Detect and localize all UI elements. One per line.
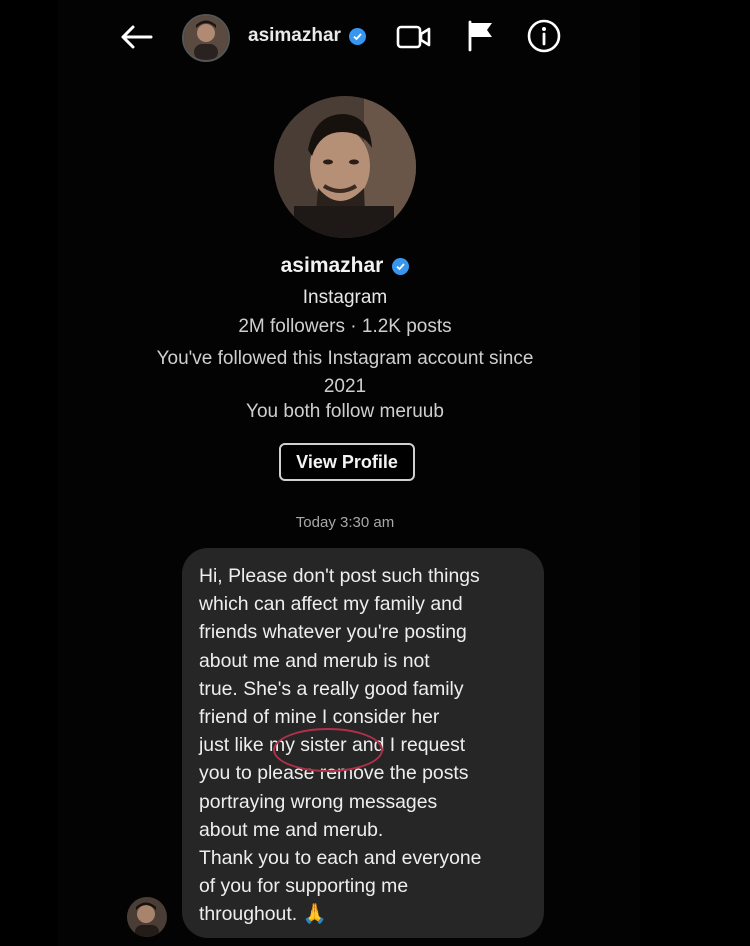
profile-avatar[interactable] [274, 96, 416, 238]
flag-icon [468, 20, 492, 52]
sender-avatar[interactable] [127, 897, 167, 937]
avatar-photo [184, 16, 228, 60]
mutual-follow: You both follow meruub [246, 401, 444, 422]
followed-since-line2: 2021 [323, 376, 367, 397]
report-button[interactable] [466, 20, 496, 52]
profile-photo [274, 96, 416, 238]
message-line: of you for supporting me [199, 875, 409, 898]
followed-since: You've followed this Instagram account s… [100, 345, 590, 401]
message-line: true. She's a really good family [199, 677, 464, 700]
message-line: about me and merub. [199, 818, 384, 841]
arrow-left-icon [121, 25, 153, 49]
followed-since-line1: You've followed this Instagram account s… [156, 348, 534, 369]
video-call-button[interactable] [396, 22, 432, 52]
highlight-circle-annotation [273, 728, 383, 772]
profile-platform: Instagram [302, 287, 388, 308]
header-username[interactable]: asimazhar [248, 25, 366, 47]
header-avatar[interactable] [182, 14, 230, 62]
info-button[interactable] [526, 18, 562, 54]
message-line: throughout. 🙏 [199, 903, 327, 926]
message-timestamp: Today 3:30 am [295, 514, 395, 531]
back-button[interactable] [118, 20, 154, 54]
verified-badge-icon [392, 257, 410, 275]
message-line: friends whatever you're posting [199, 621, 467, 644]
profile-username-text: asimazhar [280, 254, 384, 277]
message-line: friend of mine I consider her [199, 706, 440, 729]
message-line: Hi, Please don't post such things [199, 565, 480, 587]
screenshot-frame: asimazhar asimazhar Instagram 2M followe… [0, 0, 750, 946]
profile-stats: 2M followers · 1.2K posts [238, 316, 452, 337]
header-username-text: asimazhar [248, 25, 341, 46]
profile-username: asimazhar [100, 254, 590, 278]
view-profile-button[interactable]: View Profile [279, 443, 415, 481]
avatar-photo [127, 897, 167, 937]
message-line: portraying wrong messages [199, 790, 438, 813]
verified-badge-icon [348, 27, 366, 45]
message-line: about me and merub is not [199, 649, 430, 672]
message-line: Thank you to each and everyone [199, 847, 482, 870]
video-camera-icon [396, 25, 431, 49]
info-icon [527, 19, 561, 53]
message-line: which can affect my family and [199, 593, 463, 616]
